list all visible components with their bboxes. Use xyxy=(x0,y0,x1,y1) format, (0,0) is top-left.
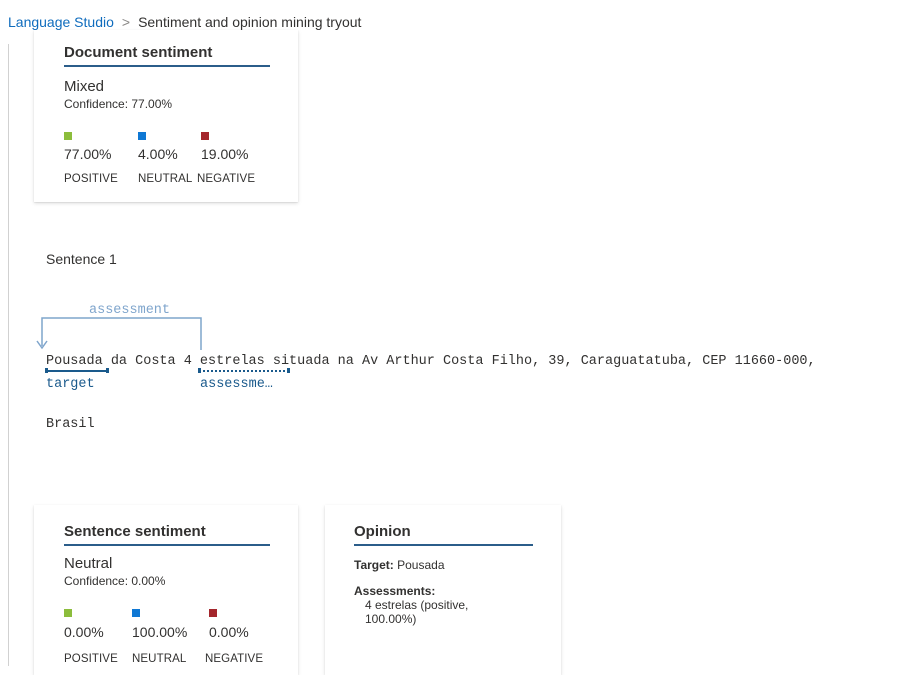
assessment-arc-label: assessment xyxy=(89,303,171,318)
neutral-caption: NEUTRAL xyxy=(138,173,193,185)
positive-legend-square-icon xyxy=(64,132,72,140)
assessment-tag: assessme… xyxy=(200,377,273,392)
document-sentiment-label: Mixed xyxy=(64,78,105,95)
target-underline-right-end xyxy=(106,368,109,373)
sentence-label: Sentence 1 xyxy=(46,251,117,267)
positive-caption: POSITIVE xyxy=(64,653,118,665)
positive-score: 0.00% xyxy=(64,624,104,640)
sentence-sentiment-title: Sentence sentiment xyxy=(64,523,270,546)
sentence-sentiment-label: Neutral xyxy=(64,555,113,572)
target-tag: target xyxy=(46,377,95,392)
opinion-target-value: Pousada xyxy=(397,558,445,572)
assessment-word[interactable]: 4 estrelas xyxy=(184,354,265,369)
assessment-underline-left-end xyxy=(198,368,201,373)
document-sentiment-title: Document sentiment xyxy=(64,44,270,67)
document-sentiment-card: Document sentiment Mixed Confidence: 77.… xyxy=(34,30,298,202)
positive-legend-square-icon xyxy=(64,609,72,617)
document-sentiment-confidence: Confidence: 77.00% xyxy=(64,97,173,111)
sentence-text-middle: da Costa xyxy=(102,354,184,369)
neutral-legend-square-icon xyxy=(132,609,140,617)
negative-caption: NEGATIVE xyxy=(205,653,264,665)
sentence-sentiment-card: Sentence sentiment Neutral Confidence: 0… xyxy=(34,505,298,675)
opinion-target-label: Target: xyxy=(354,558,394,572)
negative-score: 19.00% xyxy=(201,146,249,162)
sentence-text-rest: situada na Av Arthur Costa Filho, 39, Ca… xyxy=(264,354,816,369)
sentence-line-1: Pousada da Costa 4 estrelas situada na A… xyxy=(46,354,816,369)
sentence-sentiment-confidence: Confidence: 0.00% xyxy=(64,574,166,588)
negative-caption: NEGATIVE xyxy=(197,173,256,185)
chevron-right-icon: > xyxy=(121,14,131,30)
breadcrumb-current-page: Sentiment and opinion mining tryout xyxy=(138,14,362,30)
content-left-border xyxy=(8,44,9,666)
breadcrumb: Language Studio > Sentiment and opinion mi… xyxy=(8,14,361,30)
breadcrumb-link-language-studio[interactable]: Language Studio xyxy=(8,14,114,30)
opinion-assessments-label: Assessments: xyxy=(354,584,436,598)
target-underline-left-end xyxy=(45,368,48,373)
opinion-assessment-line-1: 4 estrelas (positive, xyxy=(365,598,469,612)
negative-score: 0.00% xyxy=(209,624,249,640)
neutral-legend-square-icon xyxy=(138,132,146,140)
assessment-underline xyxy=(199,370,289,372)
opinion-target: Target: Pousada xyxy=(354,558,445,572)
negative-legend-square-icon xyxy=(209,609,217,617)
negative-legend-square-icon xyxy=(201,132,209,140)
positive-caption: POSITIVE xyxy=(64,173,118,185)
neutral-score: 100.00% xyxy=(132,624,188,640)
opinion-assessment-line-2: 100.00%) xyxy=(365,612,417,626)
target-word[interactable]: Pousada xyxy=(46,354,103,369)
opinion-card: Opinion Target: Pousada Assessments: 4 e… xyxy=(325,505,561,675)
neutral-caption: NEUTRAL xyxy=(132,653,187,665)
positive-score: 77.00% xyxy=(64,146,112,162)
sentence-line-2: Brasil xyxy=(46,417,95,432)
assessment-underline-right-end xyxy=(287,368,290,373)
neutral-score: 4.00% xyxy=(138,146,178,162)
target-underline xyxy=(46,370,109,372)
opinion-title: Opinion xyxy=(354,523,533,546)
